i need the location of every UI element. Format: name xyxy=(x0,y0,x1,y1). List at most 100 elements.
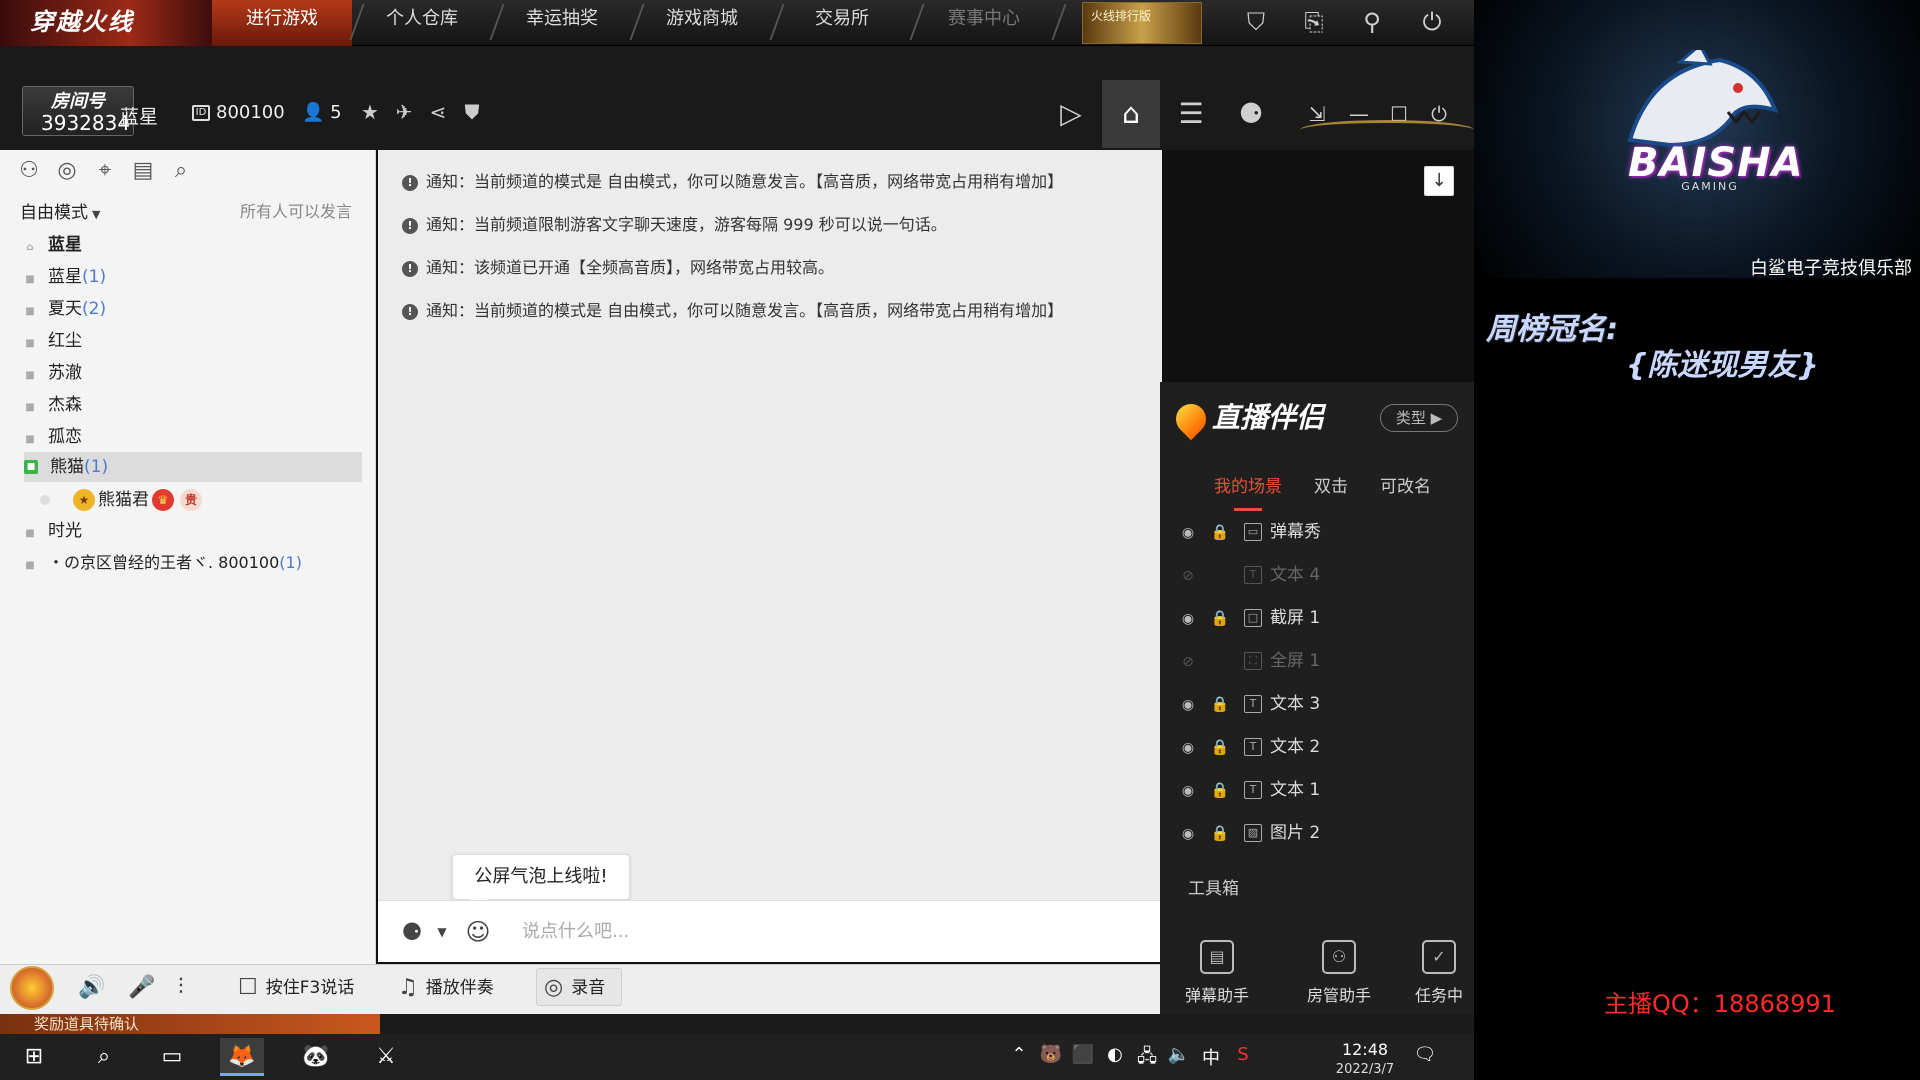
network-icon[interactable]: 🖧 xyxy=(1132,1044,1162,1074)
channel-item[interactable]: ■ 时光 xyxy=(24,516,362,546)
emoji-font-icon[interactable]: ☺ xyxy=(458,914,498,950)
microphone-icon: 🎤 xyxy=(128,975,156,1000)
channel-item[interactable]: ■ 蓝星(1) xyxy=(24,262,362,292)
lock-icon[interactable]: 🔒 xyxy=(1208,684,1232,724)
channel-item-selected[interactable]: ■ 熊猫(1) xyxy=(24,452,362,482)
plane-icon[interactable]: ✈ xyxy=(390,100,418,124)
home-icon[interactable]: ⌂ xyxy=(1102,80,1160,148)
app-fox-icon[interactable]: 🦊 xyxy=(220,1038,264,1076)
channel-item[interactable]: ■ ・の京区曾经的王者ヾ. 800100(1) xyxy=(24,548,362,578)
nav-tab-inventory[interactable]: 个人仓库 xyxy=(352,0,492,46)
channel-item[interactable]: ■ 孤恋 xyxy=(24,422,362,452)
task-center-tool[interactable]: ✓ 任务中 xyxy=(1404,940,1474,1006)
eye-off-icon[interactable]: ⊘ xyxy=(1176,556,1200,596)
system-clock[interactable]: 12:48 2022/3/7 xyxy=(1330,1040,1400,1080)
power-icon[interactable]: ⏻ xyxy=(1412,4,1452,40)
gamepad-icon[interactable]: ⚈ xyxy=(1222,80,1280,148)
type-button[interactable]: 类型 ▶ xyxy=(1380,404,1458,432)
notes-icon[interactable]: ▤ xyxy=(128,156,158,186)
scene-item-hidden[interactable]: ⊘ ⛶ 全屏 1 xyxy=(1176,641,1466,681)
notification-icon[interactable]: 🗨 xyxy=(1410,1044,1440,1065)
channel-name: 蓝星 xyxy=(48,267,82,287)
shield-icon[interactable]: ⛉ xyxy=(1236,4,1276,40)
lock-icon[interactable]: 🔒 xyxy=(1208,727,1232,767)
eye-icon[interactable]: ◉ xyxy=(1176,599,1200,639)
sogou-ime-icon[interactable]: S xyxy=(1228,1044,1258,1065)
task-icon: ✓ xyxy=(1422,940,1456,974)
text-icon: T xyxy=(1244,566,1262,584)
tab-my-scenes[interactable]: 我的场景 xyxy=(1214,472,1282,497)
channel-item[interactable]: ■ 夏天(2) xyxy=(24,294,362,324)
video-icon[interactable]: ▷ xyxy=(1042,80,1100,148)
eye-icon[interactable]: ◉ xyxy=(1176,728,1200,768)
nav-tab-exchange[interactable]: 交易所 xyxy=(772,0,912,46)
headset-icon[interactable]: ◎ xyxy=(52,156,82,186)
lock-icon[interactable]: 🔒 xyxy=(1208,770,1232,810)
nav-tab-lottery[interactable]: 幸运抽奖 xyxy=(492,0,632,46)
promo-banner[interactable]: 火线排行版 xyxy=(1082,2,1202,44)
app-crossfire-icon[interactable]: ⚔ xyxy=(364,1038,408,1076)
lock-icon[interactable]: 🔒 xyxy=(1208,813,1232,853)
channel-item[interactable]: ■ 苏澈 xyxy=(24,358,362,388)
scene-item[interactable]: ◉ 🔒 ▨ 图片 2 xyxy=(1176,813,1466,853)
wrench-icon[interactable]: ⚲ xyxy=(1352,4,1392,40)
push-to-talk-button[interactable]: ☐ 按住F3说话 xyxy=(238,972,354,1004)
scene-item[interactable]: ◉ 🔒 ▭ 弹幕秀 xyxy=(1176,512,1466,552)
tab-rename[interactable]: 可改名 xyxy=(1380,472,1431,497)
chevron-down-icon[interactable]: ▼ xyxy=(434,914,450,950)
speaker-button[interactable]: 🔊 xyxy=(78,972,113,1004)
scroll-to-bottom-button[interactable]: ↓ xyxy=(1424,166,1454,196)
mixer-button[interactable]: ⫶ xyxy=(178,972,192,1004)
list-icon[interactable]: ☰ xyxy=(1162,80,1220,148)
eye-icon[interactable]: ◉ xyxy=(1176,685,1200,725)
info-shield-icon[interactable]: ⛊ xyxy=(458,100,486,124)
windows-start-icon[interactable]: ⊞ xyxy=(12,1038,56,1076)
eye-icon[interactable]: ◉ xyxy=(1176,814,1200,854)
eye-icon[interactable]: ◉ xyxy=(1176,771,1200,811)
share-icon[interactable]: ⋖ xyxy=(424,100,452,124)
nav-tab-store[interactable]: 游戏商城 xyxy=(632,0,772,46)
channel-root[interactable]: ⌂ 蓝星 xyxy=(24,230,362,260)
user-avatar[interactable] xyxy=(10,966,54,1010)
user-icon[interactable]: ⚇ xyxy=(14,156,44,186)
star-icon[interactable]: ★ xyxy=(356,100,384,124)
play-accompaniment-button[interactable]: ♫ 播放伴奏 xyxy=(398,972,494,1004)
scene-item[interactable]: ◉ 🔒 T 文本 1 xyxy=(1176,770,1466,810)
record-label-group[interactable]: ◎ 录音 xyxy=(544,972,605,1004)
tray-app-icon[interactable]: ◐ xyxy=(1100,1044,1130,1065)
switch-icon[interactable]: ⎘ xyxy=(1294,4,1334,40)
channel-member[interactable]: ★ 熊猫君 ♛ 贵 xyxy=(40,485,205,515)
channel-item[interactable]: ■ 杰森 xyxy=(24,390,362,420)
task-view-icon[interactable]: ▭ xyxy=(150,1038,194,1076)
app-panda-icon[interactable]: 🐼 xyxy=(294,1038,338,1076)
tray-app-icon[interactable]: ⬛ xyxy=(1068,1044,1098,1065)
chat-input[interactable] xyxy=(520,912,1040,950)
tab-double-click[interactable]: 双击 xyxy=(1314,472,1348,497)
lock-icon: ■ xyxy=(25,274,35,285)
tray-app-icon[interactable]: 🐻 xyxy=(1036,1044,1066,1065)
scene-item[interactable]: ◉ 🔒 T 文本 3 xyxy=(1176,684,1466,724)
scene-item[interactable]: ◉ 🔒 T 文本 2 xyxy=(1176,727,1466,767)
reward-strip[interactable]: 奖励道具待确认 xyxy=(0,1014,380,1034)
location-icon[interactable]: ⌖ xyxy=(90,156,120,186)
search-icon[interactable]: ⌕ xyxy=(82,1038,126,1076)
eye-icon[interactable]: ◉ xyxy=(1176,513,1200,553)
scene-item[interactable]: ◉ 🔒 □ 截屏 1 xyxy=(1176,598,1466,638)
gamepad-icon[interactable]: ⚈ xyxy=(392,914,432,950)
channel-item[interactable]: ■ 红尘 xyxy=(24,326,362,356)
danmaku-assistant-tool[interactable]: ▤ 弹幕助手 xyxy=(1162,940,1272,1006)
input-language[interactable]: 中 xyxy=(1196,1044,1226,1070)
lock-icon[interactable]: 🔒 xyxy=(1208,512,1232,552)
mode-select[interactable]: 自由模式 ▼ xyxy=(20,198,100,223)
eye-off-icon[interactable]: ⊘ xyxy=(1176,642,1200,682)
microphone-button[interactable]: 🎤 xyxy=(128,972,163,1004)
nav-tab-play[interactable]: 进行游戏 xyxy=(212,0,352,46)
nav-tab-events[interactable]: 赛事中心 xyxy=(914,0,1054,46)
scene-item-hidden[interactable]: ⊘ T 文本 4 xyxy=(1176,555,1466,595)
tray-chevron-icon[interactable]: ⌃ xyxy=(1004,1044,1034,1065)
volume-icon[interactable]: 🔈 xyxy=(1164,1044,1194,1065)
lock-icon[interactable]: 🔒 xyxy=(1208,598,1232,638)
music-label: 播放伴奏 xyxy=(425,978,494,998)
search-icon[interactable]: ⌕ xyxy=(166,156,196,186)
room-admin-tool[interactable]: ⚇ 房管助手 xyxy=(1284,940,1394,1006)
